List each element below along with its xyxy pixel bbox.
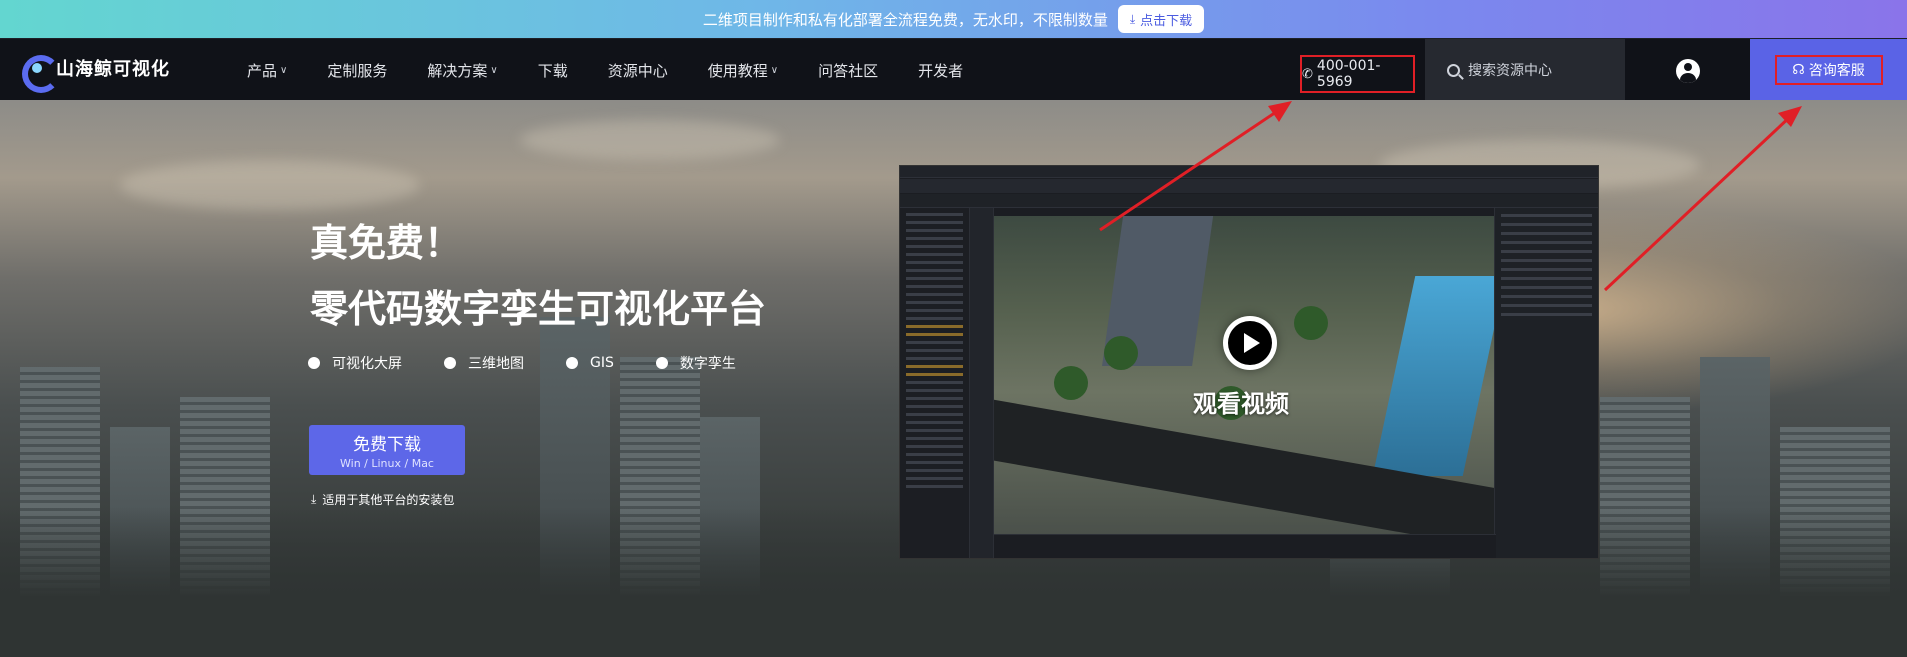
download-icon: ⤓	[1129, 11, 1136, 26]
feature-tag: 三维地图	[444, 353, 524, 373]
feature-tag: GIS	[566, 353, 614, 373]
feature-tag-label: 数字孪生	[679, 356, 736, 372]
feature-tag: 可视化大屏	[308, 353, 402, 373]
bullet-icon	[655, 357, 668, 369]
video-toolbar	[900, 194, 1598, 208]
bullet-icon	[308, 357, 320, 369]
menu-item-label: 资源中心	[607, 61, 668, 80]
download-icon: ⤓	[311, 492, 317, 506]
bullet-icon	[566, 357, 578, 369]
consult-service-highlight: ☊ 咨询客服	[1774, 55, 1883, 85]
feature-tag-label: 三维地图	[468, 356, 524, 372]
logo-mark-icon	[22, 55, 60, 93]
video-browser-tabs	[900, 166, 1598, 178]
hero-section: 真免费！ 零代码数字孪生可视化平台 可视化大屏 三维地图 GIS 数字孪生 免费…	[0, 100, 1907, 657]
menu-item-product[interactable]: 产品 ∨	[247, 60, 287, 81]
menu-item-solutions[interactable]: 解决方案 ∨	[427, 60, 497, 81]
play-button[interactable]	[1223, 316, 1277, 370]
scene-tree	[1104, 336, 1138, 370]
bullet-icon	[444, 357, 456, 369]
feature-tag: 数字孪生	[655, 353, 736, 373]
menu-item-download[interactable]: 下载	[538, 60, 568, 81]
search-input[interactable]: 搜索资源中心	[1425, 39, 1625, 101]
main-menu: 产品 ∨ 定制服务 解决方案 ∨ 下载 资源中心 使用教程 ∨ 问答社区 开发者	[247, 39, 1003, 101]
menu-item-custom-service[interactable]: 定制服务	[327, 60, 387, 81]
scene-pool	[1372, 276, 1496, 476]
menu-item-label: 使用教程	[707, 61, 768, 80]
video-3d-scene	[994, 216, 1496, 536]
cloud-shape	[520, 120, 780, 160]
menu-item-label: 下载	[537, 61, 568, 80]
menu-item-label: 开发者	[918, 61, 964, 80]
search-icon	[1447, 63, 1460, 77]
promo-download-button[interactable]: ⤓ 点击下载	[1117, 5, 1205, 33]
phone-number[interactable]: ✆ 400-001-5969	[1300, 55, 1415, 93]
hero-subtitle: 零代码数字孪生可视化平台	[310, 287, 767, 331]
menu-item-qa-community[interactable]: 问答社区	[818, 60, 878, 81]
menu-item-label: 解决方案	[427, 61, 488, 80]
feature-tags: 可视化大屏 三维地图 GIS 数字孪生	[308, 353, 778, 373]
promo-text: 二维项目制作和私有化部署全流程免费，无水印，不限制数量	[702, 10, 1108, 29]
chevron-down-icon: ∨	[770, 64, 779, 76]
consult-label: 咨询客服	[1808, 63, 1865, 79]
video-property-panel	[1494, 208, 1598, 558]
scene-tree	[1054, 366, 1088, 400]
free-download-label: 免费下载	[353, 435, 421, 455]
search-placeholder: 搜索资源中心	[1468, 63, 1552, 79]
logo-text: 山海鲸可视化	[56, 59, 170, 80]
video-address-bar	[900, 179, 1598, 193]
play-icon	[1228, 321, 1272, 365]
other-platforms-link[interactable]: ⤓ 适用于其他平台的安装包	[311, 491, 454, 508]
phone-icon: ✆	[1302, 66, 1313, 82]
video-status-bar	[994, 534, 1496, 558]
top-nav: 山海鲸可视化 产品 ∨ 定制服务 解决方案 ∨ 下载 资源中心 使用教程 ∨ 问…	[0, 38, 1907, 101]
menu-item-tutorials[interactable]: 使用教程 ∨	[708, 60, 778, 81]
user-avatar-icon[interactable]	[1676, 59, 1700, 83]
hero-title: 真免费！	[310, 221, 463, 265]
video-layer-panel	[900, 208, 970, 558]
promo-banner: 二维项目制作和私有化部署全流程免费，无水印，不限制数量 ⤓ 点击下载	[0, 0, 1907, 38]
feature-tag-label: GIS	[590, 355, 614, 371]
menu-item-developers[interactable]: 开发者	[918, 60, 963, 81]
video-icon-rail	[970, 208, 994, 558]
consult-service-button[interactable]: ☊ 咨询客服	[1750, 39, 1907, 101]
other-platforms-label: 适用于其他平台的安装包	[322, 493, 455, 507]
free-download-button[interactable]: 免费下载 Win / Linux / Mac	[309, 425, 465, 475]
menu-item-resource-center[interactable]: 资源中心	[608, 60, 668, 81]
cloud-shape	[120, 160, 420, 210]
headset-icon: ☊	[1792, 62, 1805, 78]
phone-text: 400-001-5969	[1316, 58, 1381, 90]
menu-item-label: 产品	[247, 61, 278, 80]
logo[interactable]: 山海鲸可视化	[22, 55, 170, 93]
menu-item-label: 定制服务	[327, 61, 388, 80]
feature-tag-label: 可视化大屏	[332, 356, 402, 372]
scene-tree	[1294, 306, 1328, 340]
promo-download-label: 点击下载	[1140, 13, 1193, 29]
chevron-down-icon: ∨	[280, 64, 288, 76]
download-platforms: Win / Linux / Mac	[340, 457, 434, 470]
watch-video-label: 观看视频	[1193, 390, 1289, 418]
chevron-down-icon: ∨	[490, 64, 498, 76]
menu-item-label: 问答社区	[818, 61, 879, 80]
